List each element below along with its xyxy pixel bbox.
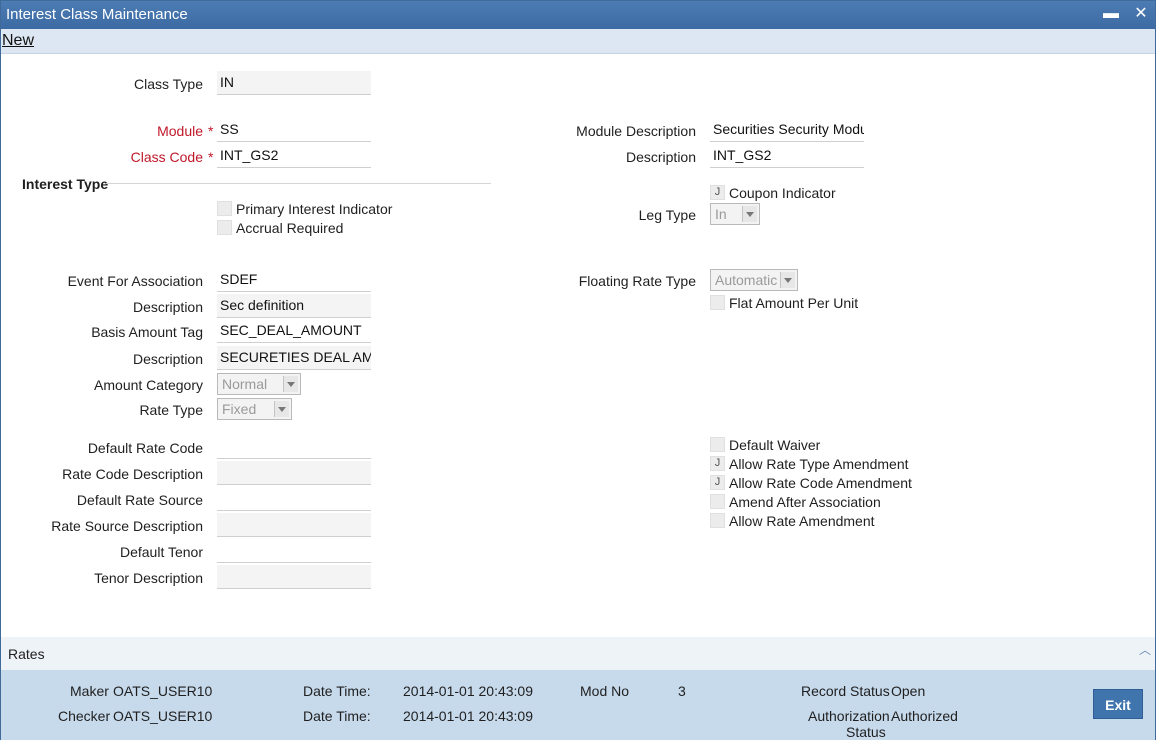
flat-amount-per-unit-checkbox[interactable] (710, 295, 725, 310)
rates-label: Rates (8, 646, 45, 662)
default-rate-source-label: Default Rate Source (76, 492, 203, 508)
class-type-field[interactable]: IN (217, 71, 371, 95)
mod-no-value: 3 (678, 683, 686, 699)
chevron-down-icon (274, 401, 289, 417)
rate-type-label: Rate Type (139, 402, 203, 418)
tenor-description-field[interactable] (217, 565, 371, 589)
amount-category-label: Amount Category (94, 377, 203, 393)
default-tenor-label: Default Tenor (119, 544, 203, 560)
tenor-description-label: Tenor Description (94, 570, 203, 586)
maker-date-time-label: Date Time: (303, 683, 371, 699)
module-description-field[interactable]: Securities Security Modul (710, 118, 864, 142)
accrual-required-checkbox[interactable] (217, 220, 232, 235)
event-for-association-field[interactable]: SDEF (217, 268, 371, 292)
default-waiver-label: Default Waiver (729, 437, 821, 453)
rate-type-select[interactable]: Fixed (217, 398, 292, 420)
default-rate-code-field[interactable] (217, 435, 371, 459)
primary-interest-indicator-checkbox[interactable] (217, 201, 232, 216)
floating-rate-type-label: Floating Rate Type (578, 273, 696, 289)
minimize-icon[interactable]: ▬ (1101, 4, 1121, 24)
class-code-field[interactable]: INT_GS2 (217, 144, 371, 168)
interest-type-divider (106, 183, 491, 184)
authorization-status-label: Authorization (808, 708, 890, 724)
amount-category-value: Normal (222, 376, 268, 392)
module-label: Module (157, 123, 203, 139)
chevron-down-icon (742, 206, 757, 222)
primary-interest-indicator-label: Primary Interest Indicator (236, 201, 393, 217)
floating-rate-type-value: Automatic (715, 272, 778, 288)
module-field[interactable]: SS (217, 118, 371, 142)
description-label: Description (625, 149, 696, 165)
maker-date-time-value: 2014-01-01 20:43:09 (403, 683, 533, 699)
event-description-field[interactable]: Sec definition (217, 294, 371, 318)
checker-date-time-value: 2014-01-01 20:43:09 (403, 708, 533, 724)
authorization-status-label-line2: Status (846, 724, 886, 740)
amount-category-select[interactable]: Normal (217, 373, 301, 395)
leg-type-label: Leg Type (638, 207, 696, 223)
basis-description-field[interactable]: SECURETIES DEAL AMC (217, 346, 371, 370)
coupon-indicator-label: Coupon Indicator (729, 185, 836, 201)
window-title: Interest Class Maintenance (6, 6, 188, 23)
checker-date-time-label: Date Time: (303, 708, 371, 724)
event-description-label: Description (132, 299, 203, 315)
accrual-required-label: Accrual Required (236, 220, 344, 236)
leg-type-value: In (715, 206, 727, 222)
new-menu-link[interactable]: New (2, 32, 34, 50)
default-waiver-checkbox[interactable] (710, 437, 725, 452)
maker-label: Maker (70, 683, 109, 699)
default-rate-code-label: Default Rate Code (87, 440, 203, 456)
coupon-indicator-checkbox[interactable]: J (710, 185, 725, 200)
allow-rate-code-amendment-label: Allow Rate Code Amendment (729, 475, 912, 491)
checker-value: OATS_USER10 (113, 708, 213, 724)
record-status-label: Record Status (801, 683, 890, 699)
description-field[interactable]: INT_GS2 (710, 144, 864, 168)
rate-source-description-label: Rate Source Description (51, 518, 203, 534)
amend-after-association-checkbox[interactable] (710, 494, 725, 509)
checker-label: Checker (58, 708, 111, 724)
amend-after-association-label: Amend After Association (729, 494, 881, 510)
allow-rate-amendment-checkbox[interactable] (710, 513, 725, 528)
exit-button[interactable]: Exit (1093, 689, 1143, 719)
class-code-label: Class Code (130, 149, 203, 165)
leg-type-select[interactable]: In (710, 203, 760, 225)
class-code-required-mark: * (208, 149, 214, 165)
record-status-value: Open (891, 683, 926, 699)
allow-rate-type-amendment-label: Allow Rate Type Amendment (729, 456, 909, 472)
rate-code-description-label: Rate Code Description (62, 466, 203, 482)
rate-type-value: Fixed (222, 401, 257, 417)
flat-amount-per-unit-label: Flat Amount Per Unit (729, 295, 859, 311)
mod-no-label: Mod No (580, 683, 630, 699)
interest-type-title: Interest Type (22, 176, 109, 192)
rates-bar[interactable]: Rates ︿ (1, 637, 1155, 670)
basis-description-label: Description (132, 351, 203, 367)
chevron-down-icon (283, 376, 298, 392)
menu-bar: New (1, 29, 1155, 54)
floating-rate-type-select[interactable]: Automatic (710, 269, 798, 291)
module-required-mark: * (208, 123, 214, 139)
default-tenor-field[interactable] (217, 539, 371, 563)
rate-code-description-field[interactable] (217, 461, 371, 485)
maker-value: OATS_USER10 (113, 683, 213, 699)
chevron-down-icon (780, 272, 795, 288)
default-rate-source-field[interactable] (217, 487, 371, 511)
close-icon[interactable]: ✕ (1131, 4, 1151, 24)
rate-source-description-field[interactable] (217, 513, 371, 537)
chevron-up-icon[interactable]: ︿ (1139, 641, 1151, 658)
basis-amount-tag-field[interactable]: SEC_DEAL_AMOUNT (217, 319, 371, 343)
interest-class-window: Interest Class Maintenance ▬ ✕ New Class… (0, 0, 1156, 740)
event-for-association-label: Event For Association (67, 273, 203, 289)
allow-rate-amendment-label: Allow Rate Amendment (729, 513, 875, 529)
allow-rate-type-amendment-checkbox[interactable]: J (710, 456, 725, 471)
authorization-status-value: Authorized (891, 708, 958, 724)
module-description-label: Module Description (576, 123, 696, 139)
class-type-label: Class Type (134, 76, 203, 92)
allow-rate-code-amendment-checkbox[interactable]: J (710, 475, 725, 490)
audit-footer (1, 670, 1155, 740)
title-bar: Interest Class Maintenance ▬ ✕ (1, 1, 1155, 29)
basis-amount-tag-label: Basis Amount Tag (91, 324, 203, 340)
